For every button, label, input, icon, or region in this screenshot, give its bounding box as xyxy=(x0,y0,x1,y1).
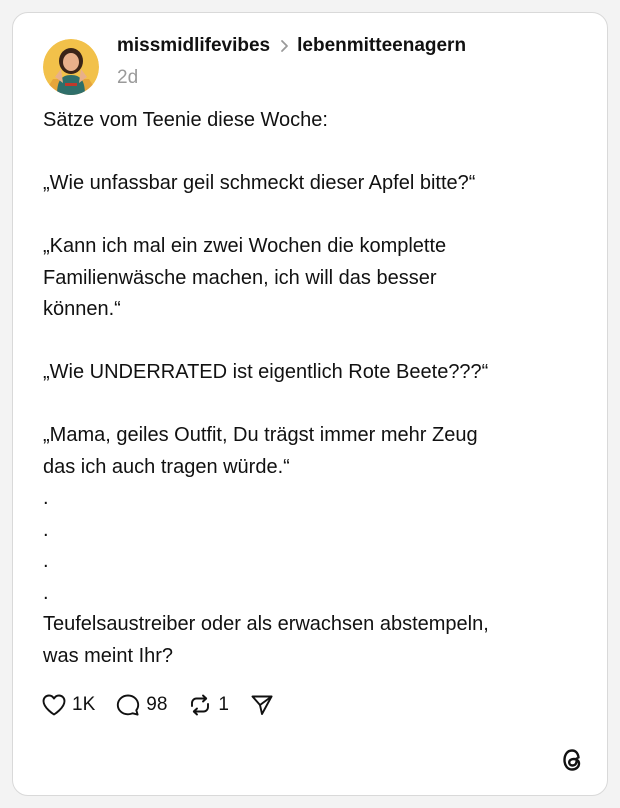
reply-count: 98 xyxy=(146,694,168,715)
post-line: . xyxy=(43,581,49,604)
like-button[interactable]: 1K xyxy=(41,693,95,717)
post-timestamp[interactable]: 2d xyxy=(117,67,138,89)
community-name[interactable]: lebenmitteenagern xyxy=(297,35,466,57)
reply-button[interactable]: 98 xyxy=(115,693,167,717)
send-icon xyxy=(249,693,275,717)
post-header: missmidlifevibes lebenmitteenagern xyxy=(117,33,466,59)
post-line: „Wie unfassbar geil schmeckt dieser Apfe… xyxy=(43,172,476,194)
post-line: Familienwäsche machen, ich will das bess… xyxy=(43,266,437,289)
post-body: Sätze vom Teenie diese Woche: „Wie unfas… xyxy=(43,105,583,672)
post-line: . xyxy=(43,518,49,541)
like-count: 1K xyxy=(72,694,96,715)
author-name[interactable]: missmidlifevibes xyxy=(117,35,270,57)
threads-logo-icon[interactable] xyxy=(559,745,585,775)
post-line: „Wie UNDERRATED ist eigentlich Rote Beet… xyxy=(43,361,489,383)
post-line: . xyxy=(43,550,49,572)
post-line: Teufelsaustreiber oder als erwachsen abs… xyxy=(43,613,489,635)
share-button[interactable] xyxy=(249,693,275,717)
post-line: können.“ xyxy=(43,298,121,320)
heart-icon xyxy=(41,693,67,717)
avatar[interactable] xyxy=(43,39,99,95)
post-card: missmidlifevibes lebenmitteenagern 2d Sä… xyxy=(12,12,608,796)
comment-icon xyxy=(115,693,141,717)
post-line: Sätze vom Teenie diese Woche: xyxy=(43,109,328,131)
repost-count: 1 xyxy=(218,694,229,715)
repost-button[interactable]: 1 xyxy=(187,693,229,717)
post-actions: 1K 98 1 xyxy=(41,693,295,717)
post-line: „Mama, geiles Outfit, Du trägst immer me… xyxy=(43,424,478,446)
post-line: das ich auch tragen würde.“ xyxy=(43,455,290,478)
repost-icon xyxy=(187,693,213,717)
post-line: „Kann ich mal ein zwei Wochen die komple… xyxy=(43,235,447,257)
post-line: was meint Ihr? xyxy=(43,644,174,667)
chevron-right-icon xyxy=(280,39,289,53)
post-line: . xyxy=(43,487,49,509)
